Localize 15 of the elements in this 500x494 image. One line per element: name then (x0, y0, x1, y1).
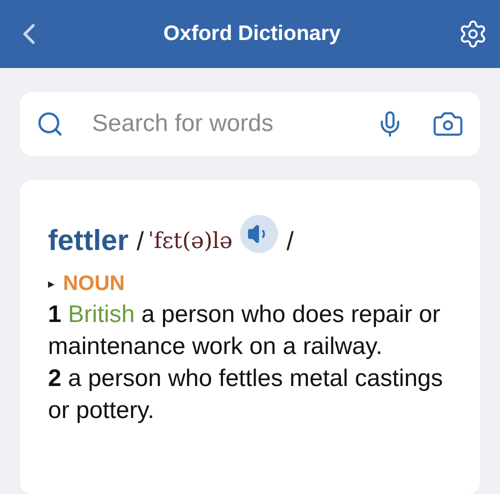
settings-icon (458, 19, 488, 49)
search-field[interactable]: Search for words (20, 92, 480, 156)
search-input[interactable]: Search for words (92, 106, 360, 142)
marker-icon: ▸ (48, 274, 55, 293)
window-title: Oxford Dictionary (163, 21, 341, 48)
definition: 1 British a person who does repair or maintenance work on a railway. (48, 300, 442, 362)
headword: fettler (48, 224, 129, 259)
part-of-speech: NOUN (63, 270, 125, 296)
slash: / (286, 225, 294, 258)
slash: / (136, 225, 144, 258)
settings-button[interactable] (458, 19, 488, 49)
pronunciation: ˈfɛt(ə)lə (148, 228, 232, 256)
search-icon (36, 110, 64, 138)
definition: 2 a person who fettles metal castings or pottery. (48, 364, 444, 426)
audio-button[interactable] (240, 214, 278, 253)
